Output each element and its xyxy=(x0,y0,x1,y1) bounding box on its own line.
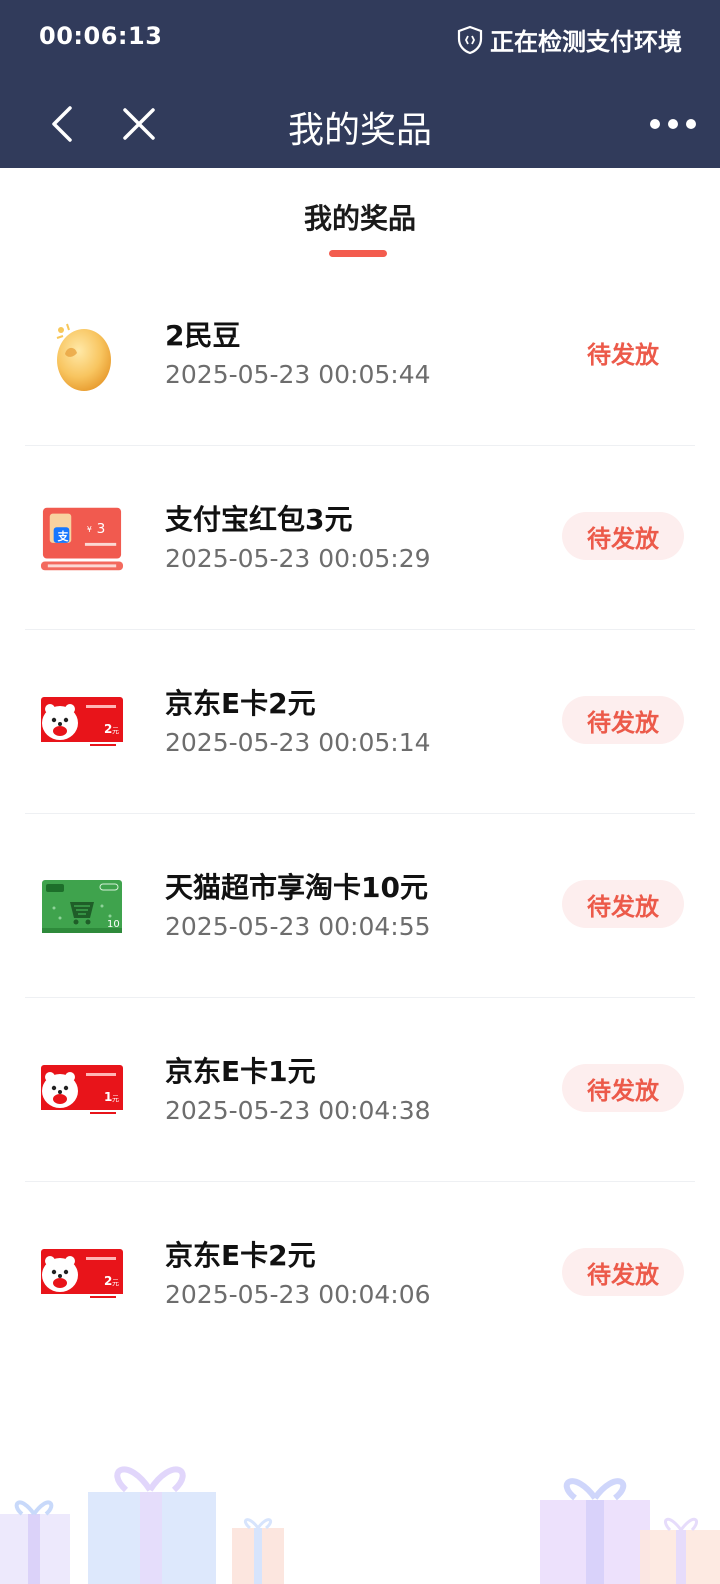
jd-ecard-icon: 2 元 xyxy=(41,1249,123,1301)
list-item[interactable]: 10 天猫超市享淘卡10元 2025-05-23 00:04:55 待发放 xyxy=(0,814,720,998)
prize-time: 2025-05-23 00:05:44 xyxy=(165,360,431,389)
shield-icon xyxy=(457,25,483,54)
prize-status-badge[interactable]: 待发放 xyxy=(562,512,684,560)
prize-time: 2025-05-23 00:04:38 xyxy=(165,1096,431,1125)
list-item[interactable]: 2 元 京东E卡2元 2025-05-23 00:05:14 待发放 xyxy=(0,630,720,814)
prize-time: 2025-05-23 00:04:55 xyxy=(165,912,431,941)
prize-name: 天猫超市享淘卡10元 xyxy=(165,871,428,904)
list-item[interactable]: 2民豆 2025-05-23 00:05:44 待发放 xyxy=(0,262,720,446)
prize-name: 京东E卡2元 xyxy=(165,1239,316,1272)
prize-name: 支付宝红包3元 xyxy=(165,503,353,536)
list-item[interactable]: 支 ¥ 3 支付宝红包3元 2025-05-23 00:05:29 待发放 xyxy=(0,446,720,630)
svg-text:支: 支 xyxy=(57,530,69,543)
prize-status-badge[interactable]: 待发放 xyxy=(562,1064,684,1112)
more-dots-icon xyxy=(650,119,696,129)
tmall-card-icon: 10 xyxy=(42,880,122,933)
top-header: 00:06:13 正在检测支付环境 我的奖品 xyxy=(0,0,720,168)
tab-my-prizes[interactable]: 我的奖品 xyxy=(0,197,720,237)
tab-active-indicator xyxy=(329,250,387,257)
prize-name: 2民豆 xyxy=(165,319,241,352)
prize-name: 京东E卡1元 xyxy=(165,1055,316,1088)
list-item[interactable]: 1 元 京东E卡1元 2025-05-23 00:04:38 待发放 xyxy=(0,998,720,1182)
svg-text:元: 元 xyxy=(112,1095,119,1103)
security-status-text: 正在检测支付环境 xyxy=(490,28,682,56)
prize-thumbnail: 2 元 xyxy=(40,1238,124,1312)
list-item[interactable]: 2 元 京东E卡2元 2025-05-23 00:04:06 待发放 xyxy=(0,1182,720,1366)
prize-status-badge[interactable]: 待发放 xyxy=(562,696,684,744)
svg-text:¥: ¥ xyxy=(87,525,92,534)
bean-icon xyxy=(56,323,111,391)
security-status: 正在检测支付环境 xyxy=(456,22,682,57)
prize-time: 2025-05-23 00:05:29 xyxy=(165,544,431,573)
svg-text:元: 元 xyxy=(112,727,119,735)
jd-ecard-icon: 1 元 xyxy=(41,1065,123,1117)
status-time: 00:06:13 xyxy=(39,22,163,50)
prize-thumbnail: 支 ¥ 3 xyxy=(40,502,124,576)
svg-text:元: 元 xyxy=(112,1279,119,1287)
prize-thumbnail xyxy=(40,318,124,392)
alipay-red-packet-icon: 支 ¥ 3 xyxy=(40,507,124,571)
prize-time: 2025-05-23 00:05:14 xyxy=(165,728,431,757)
prize-status-badge[interactable]: 待发放 xyxy=(562,328,684,376)
prize-list: 2民豆 2025-05-23 00:05:44 待发放 支 ¥ 3 支付宝红包3… xyxy=(0,262,720,1366)
prize-name: 京东E卡2元 xyxy=(165,687,316,720)
card-amount: 10 xyxy=(107,919,120,930)
jd-ecard-icon: 2 元 xyxy=(41,697,123,749)
prize-thumbnail: 1 元 xyxy=(40,1054,124,1128)
prize-status-badge[interactable]: 待发放 xyxy=(562,1248,684,1296)
prize-thumbnail: 2 元 xyxy=(40,686,124,760)
gift-box-decoration xyxy=(0,1466,720,1584)
page-title: 我的奖品 xyxy=(287,110,432,151)
red-packet-amount: 3 xyxy=(97,521,106,537)
prize-thumbnail: 10 xyxy=(40,870,124,944)
more-button[interactable] xyxy=(648,110,698,138)
prize-time: 2025-05-23 00:04:06 xyxy=(165,1280,431,1309)
prize-status-badge[interactable]: 待发放 xyxy=(562,880,684,928)
